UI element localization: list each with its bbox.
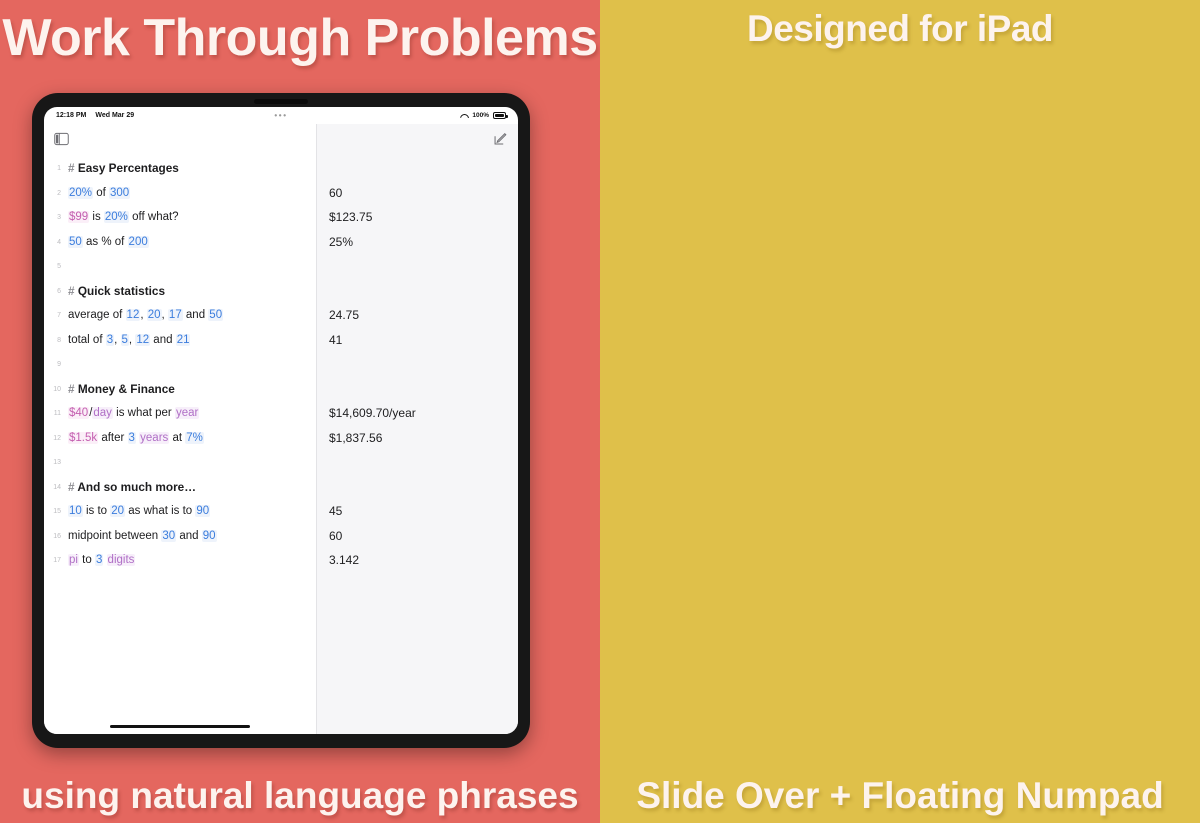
- result-value: [317, 156, 518, 181]
- editor-line[interactable]: 7 average of 12, 20, 17 and 50: [44, 303, 316, 328]
- right-headline: Designed for iPad: [746, 8, 1054, 49]
- editor-line[interactable]: 4 50 as % of 200: [44, 230, 316, 255]
- editor-line[interactable]: 9: [44, 352, 316, 377]
- sidebar-toggle-icon[interactable]: [54, 132, 69, 146]
- result-value: 60: [329, 185, 343, 200]
- result-value: 60: [329, 528, 343, 543]
- right-caption: Slide Over + Floating Numpad: [636, 775, 1164, 816]
- battery-icon: [493, 112, 508, 119]
- result-value: [317, 450, 518, 475]
- battery-percent: 100%: [472, 112, 489, 119]
- left-ipad-screen: 12:18 PM Wed Mar 29 ••• 100% 1 # Easy Pe…: [44, 107, 518, 734]
- result-lines: 60 $123.75 25% 24.75 41 $14,609.70/year …: [317, 154, 518, 573]
- expression-column[interactable]: 1 # Easy Percentages 2 20% of 300 3 $99 is …: [44, 124, 316, 734]
- multitasking-dots-icon[interactable]: •••: [274, 111, 287, 120]
- editor-line[interactable]: 17 pi to 3 digits: [44, 548, 316, 573]
- result-value: $14,609.70/year: [329, 406, 416, 420]
- result-value: $123.75: [329, 210, 373, 224]
- result-value: [317, 377, 518, 402]
- left-promo-panel: Work Through Problems 12:18 PM Wed Mar 2…: [0, 0, 600, 823]
- left-toolbar: [44, 124, 316, 154]
- left-caption: using natural language phrases: [21, 775, 579, 816]
- editor-line[interactable]: 14 # And so much more…: [44, 475, 316, 500]
- compose-icon[interactable]: [493, 132, 508, 146]
- ipad-camera-notch: [254, 99, 308, 104]
- editor-line[interactable]: 13: [44, 450, 316, 475]
- editor-line[interactable]: 1 # Easy Percentages: [44, 156, 316, 181]
- editor-line[interactable]: 11 $40/day is what per year: [44, 401, 316, 426]
- left-headline: Work Through Problems: [2, 9, 598, 67]
- result-value: 45: [329, 504, 343, 518]
- wifi-icon: [460, 113, 468, 119]
- editor-line[interactable]: 8 total of 3, 5, 12 and 21: [44, 328, 316, 353]
- editor-line[interactable]: 2 20% of 300: [44, 181, 316, 206]
- left-ipad-frame: 12:18 PM Wed Mar 29 ••• 100% 1 # Easy Pe…: [32, 93, 530, 748]
- expression-lines: 1 # Easy Percentages 2 20% of 300 3 $99 is …: [44, 154, 316, 573]
- editor-line[interactable]: 12 $1.5k after 3 years at 7%: [44, 426, 316, 451]
- calculator-editor: 1 # Easy Percentages 2 20% of 300 3 $99 is …: [44, 124, 518, 734]
- editor-line[interactable]: 6 # Quick statistics: [44, 279, 316, 304]
- status-date: Wed Mar 29: [95, 112, 135, 119]
- results-column: 60 $123.75 25% 24.75 41 $14,609.70/year …: [316, 124, 518, 734]
- editor-line[interactable]: 5: [44, 254, 316, 279]
- marketing-screenshot: Work Through Problems 12:18 PM Wed Mar 2…: [0, 0, 1200, 823]
- result-value: 24.75: [329, 308, 360, 322]
- result-value: 25%: [329, 234, 354, 249]
- left-status-bar: 12:18 PM Wed Mar 29 ••• 100%: [44, 107, 518, 124]
- right-toolbar: [317, 124, 518, 154]
- result-value: 3.142: [329, 553, 360, 567]
- result-value: [317, 475, 518, 500]
- result-value: $1,837.56: [329, 430, 383, 445]
- status-time: 12:18 PM: [56, 112, 87, 119]
- home-indicator[interactable]: [110, 724, 250, 728]
- editor-line[interactable]: 3 $99 is 20% off what?: [44, 205, 316, 230]
- result-value: [317, 254, 518, 279]
- editor-line[interactable]: 10 # Money & Finance: [44, 377, 316, 402]
- result-value: 41: [329, 332, 343, 347]
- editor-line[interactable]: 16 midpoint between 30 and 90: [44, 524, 316, 549]
- editor-line[interactable]: 15 10 is to 20 as what is to 90: [44, 499, 316, 524]
- right-promo-panel: Designed for iPad 12:46 PM Ср 29 марта •…: [600, 0, 1200, 823]
- result-value: [317, 352, 518, 377]
- result-value: [317, 279, 518, 304]
